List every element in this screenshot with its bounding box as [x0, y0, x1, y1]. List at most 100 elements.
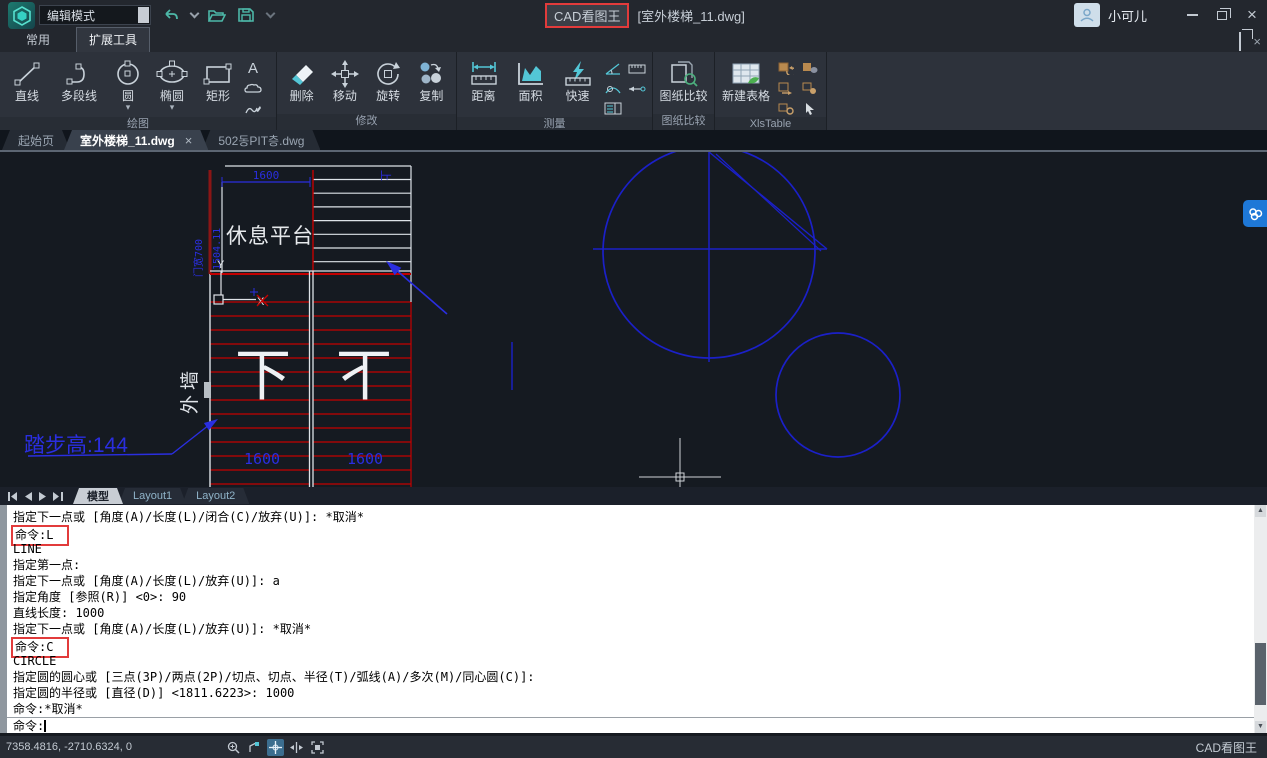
table-export-icon: [802, 62, 818, 75]
crosshair-toggle-icon[interactable]: [267, 739, 284, 756]
copy-button[interactable]: 复制: [411, 56, 452, 114]
command-history-line: 命令:C: [7, 637, 1267, 653]
copy-icon: [416, 58, 446, 90]
arc-measure-button[interactable]: [602, 80, 624, 97]
sketch-button[interactable]: [242, 100, 264, 117]
cloud-sync-button[interactable]: [1243, 200, 1267, 227]
cad-circle-small: [776, 333, 900, 457]
rectangle-icon: [202, 58, 234, 90]
tab-common[interactable]: 常用: [14, 28, 62, 52]
toolbar-customize-icon[interactable]: [265, 5, 275, 25]
table-export-button[interactable]: [799, 60, 821, 77]
angle-measure-button[interactable]: [602, 60, 624, 77]
area-button[interactable]: 面积: [508, 56, 553, 114]
tab-layout1[interactable]: Layout1: [119, 488, 186, 504]
list-measure-button[interactable]: [602, 100, 624, 117]
restore-button[interactable]: [1207, 0, 1237, 30]
user-avatar[interactable]: [1074, 3, 1100, 27]
title-bar: 编辑模式 CAD看图王 [室外楼梯_11.dwg] 小可儿: [0, 0, 1267, 30]
last-tab-icon[interactable]: [53, 492, 63, 501]
mdi-close-button[interactable]: ×: [1253, 37, 1261, 47]
ribbon: 直线 多段线 圆 ▾ 椭圆 ▾: [0, 52, 1267, 130]
command-history-line: LINE: [7, 541, 1267, 557]
rectangle-button[interactable]: 矩形: [196, 56, 240, 114]
tab-model[interactable]: 模型: [73, 488, 123, 504]
table-import-button[interactable]: [775, 60, 797, 77]
ribbon-group-measure: 距离 面积 快速: [457, 52, 653, 130]
ribbon-group-draw: 直线 多段线 圆 ▾ 椭圆 ▾: [0, 52, 277, 130]
distance-button[interactable]: 距离: [461, 56, 506, 114]
scroll-up-icon[interactable]: ▲: [1255, 505, 1266, 517]
app-logo-icon[interactable]: [8, 2, 35, 29]
list-measure-icon: [604, 102, 622, 115]
sketch-pen-icon: [244, 102, 262, 116]
mdi-restore-button[interactable]: [1239, 33, 1241, 51]
new-table-button[interactable]: 新建表格: [719, 56, 773, 114]
doc-tab-other-drawing[interactable]: 502동PIT층.dwg: [202, 130, 320, 150]
polyline-button[interactable]: 多段线: [52, 56, 106, 114]
edit-mode-dropdown-button[interactable]: [138, 7, 149, 23]
ellipse-button[interactable]: 椭圆 ▾: [150, 56, 194, 114]
text-tool-button[interactable]: A: [242, 60, 264, 77]
tab-extended-tools[interactable]: 扩展工具: [76, 27, 150, 52]
line-button[interactable]: 直线: [4, 56, 50, 114]
command-line-panel[interactable]: 指定下一点或 [角度(A)/长度(L)/闭合(C)/放弃(U)]: *取消* 命…: [0, 505, 1267, 733]
table-pick-button[interactable]: [799, 100, 821, 117]
close-button[interactable]: ×: [1237, 0, 1267, 30]
drawing-compare-button[interactable]: 图纸比较: [657, 56, 710, 114]
zoom-tool-icon[interactable]: [225, 739, 242, 756]
command-history-line: 指定下一点或 [角度(A)/长度(L)/闭合(C)/放弃(U)]: *取消*: [7, 509, 1267, 525]
doc-tab-start-page[interactable]: 起始页: [2, 130, 70, 150]
rotate-button[interactable]: 旋转: [368, 56, 409, 114]
table-update-icon: [778, 82, 794, 95]
dimension-left-flight: 1600: [244, 450, 280, 468]
outer-wall-label: 外墙: [179, 366, 201, 414]
cursor-coordinates: 7358.4816, -2710.6324, 0: [0, 741, 225, 753]
command-history-line: 命令:*取消*: [7, 701, 1267, 717]
mdi-window-controls: ×: [1227, 33, 1261, 51]
dimension-arrow-icon: [628, 83, 646, 95]
cad-drawing[interactable]: 1600 门宽700 1504.11 休息平台 Y X 上 下 下 1600 1…: [0, 152, 1267, 487]
app-name-badge: CAD看图王: [545, 3, 629, 28]
doc-tab-close-icon[interactable]: ×: [185, 133, 193, 148]
ruler-settings-button[interactable]: [626, 60, 648, 77]
cloud-circles-icon: [1248, 207, 1263, 221]
table-settings-button[interactable]: [775, 100, 797, 117]
circle-button[interactable]: 圆 ▾: [108, 56, 148, 114]
ribbon-tab-row: 常用 扩展工具 ×: [0, 30, 1267, 52]
first-tab-icon[interactable]: [8, 492, 18, 501]
split-view-icon[interactable]: [288, 739, 305, 756]
minimize-button[interactable]: [1177, 0, 1207, 30]
polyline-icon: [64, 58, 94, 90]
save-icon[interactable]: [236, 5, 256, 25]
move-button[interactable]: 移动: [324, 56, 365, 114]
scrollbar-thumb[interactable]: [1255, 643, 1266, 705]
prev-tab-icon[interactable]: [25, 492, 32, 501]
ucs-y-label: Y: [217, 259, 225, 271]
open-file-icon[interactable]: [207, 5, 227, 25]
polyline-snap-icon[interactable]: [246, 739, 263, 756]
next-tab-icon[interactable]: [39, 492, 46, 501]
undo-icon[interactable]: [161, 5, 181, 25]
tab-layout2[interactable]: Layout2: [182, 488, 249, 504]
command-history-line: 指定下一点或 [角度(A)/长度(L)/放弃(U)]: *取消*: [7, 621, 1267, 637]
ellipse-dropdown-icon[interactable]: ▾: [170, 103, 175, 111]
revision-cloud-button[interactable]: [242, 80, 264, 97]
command-scrollbar[interactable]: ▲ ▼: [1254, 505, 1267, 733]
compare-group-label: 图纸比较: [653, 114, 714, 130]
command-history-line: 命令:L: [7, 525, 1267, 541]
zoom-extents-icon[interactable]: [309, 739, 326, 756]
erase-button[interactable]: 删除: [281, 56, 322, 114]
edit-mode-select[interactable]: 编辑模式: [39, 5, 151, 25]
table-update-button[interactable]: [775, 80, 797, 97]
quick-measure-button[interactable]: 快速: [555, 56, 600, 114]
doc-tab-active-drawing[interactable]: 室外楼梯_11.dwg ×: [64, 130, 208, 150]
drawing-canvas[interactable]: 1600 门宽700 1504.11 休息平台 Y X 上 下 下 1600 1…: [0, 152, 1267, 487]
undo-dropdown-icon[interactable]: [190, 5, 198, 25]
command-input-line[interactable]: 命令:: [7, 717, 1267, 733]
dimension-toggle-button[interactable]: [626, 80, 648, 97]
table-link-button[interactable]: [799, 80, 821, 97]
scroll-down-icon[interactable]: ▼: [1255, 721, 1266, 733]
circle-dropdown-icon[interactable]: ▾: [126, 103, 131, 111]
circle-icon: [113, 58, 143, 90]
